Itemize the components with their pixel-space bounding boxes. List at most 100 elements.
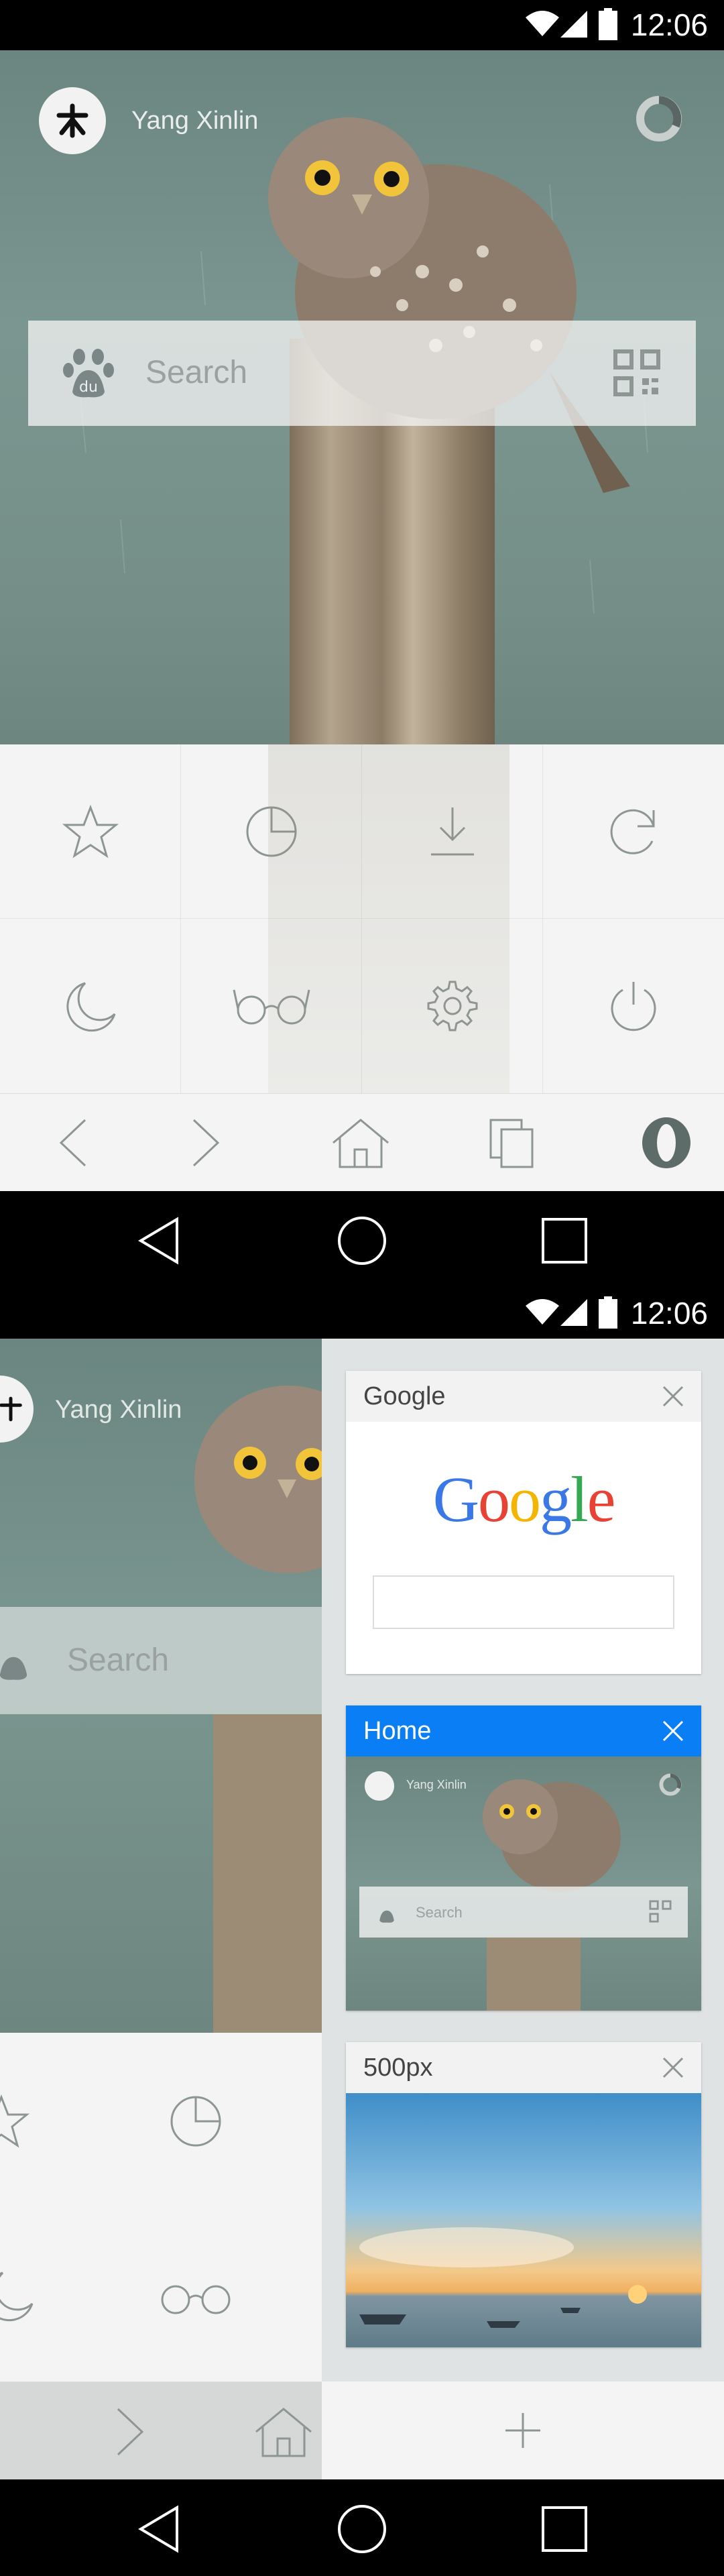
asterisk-logo-icon: [56, 103, 88, 138]
close-tab-icon[interactable]: [661, 1719, 685, 1743]
close-tab-icon[interactable]: [661, 1384, 685, 1408]
plus-icon: [505, 2413, 540, 2448]
preview-search-placeholder: Search: [416, 1904, 463, 1921]
tab-card-home[interactable]: Home Yang Xinlin Search: [346, 1705, 701, 2011]
moon-icon[interactable]: [0, 2267, 36, 2324]
wallpaper: Yang Xinlin Search: [0, 1339, 322, 2033]
google-logo: Google: [432, 1463, 616, 1535]
star-icon: [62, 804, 119, 858]
nav-home-icon[interactable]: [337, 1215, 387, 1266]
tab-title-bar: Google: [346, 1371, 701, 1422]
home-icon[interactable]: [253, 2405, 314, 2459]
nav-recents-icon[interactable]: [539, 2504, 590, 2555]
night-mode-button[interactable]: [0, 919, 181, 1093]
refresh-icon: [610, 809, 655, 854]
android-nav-bar: [0, 2479, 724, 2576]
settings-button[interactable]: [362, 919, 543, 1093]
glasses-icon[interactable]: [156, 2274, 236, 2317]
profile-name: Yang Xinlin: [131, 106, 259, 135]
tab-title: Google: [363, 1382, 446, 1410]
google-search-field: [373, 1575, 674, 1629]
tabs-icon: [489, 1119, 534, 1168]
back-icon: [59, 1119, 86, 1167]
new-tab-button[interactable]: [322, 2382, 724, 2479]
nav-recents-icon[interactable]: [539, 1215, 590, 1266]
search-bar[interactable]: du Search: [28, 321, 696, 426]
loading-ring-icon: [636, 96, 682, 142]
nav-home-icon[interactable]: [337, 2504, 387, 2555]
asterisk-logo-icon: [0, 1396, 22, 1422]
baidu-paw-icon: [0, 1657, 27, 1680]
quick-actions-grid: [0, 744, 724, 1093]
pie-chart-icon: [246, 806, 296, 856]
opera-icon: [642, 1117, 690, 1168]
quick-actions-grid: [0, 2033, 322, 2479]
battery-icon: [599, 8, 617, 40]
avatar: [365, 1771, 394, 1801]
tab-card-500px[interactable]: 500px: [346, 2042, 701, 2347]
tab-title-bar: Home: [346, 1705, 701, 1756]
wifi-icon: [526, 1299, 559, 1325]
reading-mode-button[interactable]: [181, 919, 362, 1093]
bottom-toolbar: [0, 2382, 322, 2479]
preview-search-bar: Search: [359, 1887, 688, 1938]
avatar[interactable]: [39, 87, 106, 154]
android-nav-bar: [0, 1191, 724, 1288]
star-icon[interactable]: [0, 2093, 29, 2149]
tab-title-bar: 500px: [346, 2042, 701, 2093]
tab-title: 500px: [363, 2053, 433, 2082]
power-icon: [611, 982, 656, 1031]
browser-home-screen: 12:06 Yang Xinlin du Search: [0, 0, 724, 1288]
search-bar[interactable]: Search: [0, 1607, 322, 1714]
svg-text:du: du: [79, 379, 98, 396]
search-placeholder: Search: [145, 355, 248, 390]
pie-chart-icon[interactable]: [168, 2093, 224, 2149]
exit-button[interactable]: [543, 919, 724, 1093]
baidu-paw-icon: [379, 1910, 394, 1923]
forward-icon[interactable]: [114, 2405, 147, 2459]
wallpaper: Yang Xinlin du Search: [0, 50, 724, 744]
sunset-photo: [346, 2093, 701, 2347]
qr-code-icon[interactable]: [613, 349, 661, 397]
home-button[interactable]: [288, 1094, 433, 1192]
nav-back-icon[interactable]: [134, 2504, 185, 2555]
home-icon: [333, 1119, 389, 1168]
search-placeholder: Search: [67, 1642, 170, 1678]
downloads-button[interactable]: [362, 744, 543, 919]
current-page-preview[interactable]: Yang Xinlin Search: [0, 1339, 322, 2479]
tab-switcher-screen: 12:06 Yang Xinlin Search Google Google H…: [0, 1288, 724, 2576]
status-bar: 12:06: [0, 1288, 724, 1339]
bookmarks-button[interactable]: [0, 744, 181, 919]
thumbnail-art: [483, 1779, 621, 2011]
nav-back-icon[interactable]: [134, 1215, 185, 1266]
forward-icon: [192, 1119, 220, 1167]
preview-profile-name: Yang Xinlin: [406, 1778, 467, 1791]
forward-button[interactable]: [134, 1094, 279, 1192]
battery-icon: [599, 1296, 617, 1329]
qr-code-icon: [649, 1900, 672, 1923]
back-button[interactable]: [0, 1094, 145, 1192]
tabs-button[interactable]: [440, 1094, 585, 1192]
signal-icon: [560, 1299, 587, 1326]
home-tab-thumbnail: Yang Xinlin Search: [346, 1756, 701, 2011]
tab-title: Home: [363, 1716, 432, 1745]
loading-ring-icon: [659, 1773, 682, 1796]
profile-name: Yang Xinlin: [55, 1396, 182, 1424]
tab-list-panel: Google Google Home Yang Xinlin Search 50…: [322, 1339, 724, 2479]
close-tab-icon[interactable]: [661, 2056, 685, 2080]
status-bar: 12:06: [0, 0, 724, 50]
tab-card-google[interactable]: Google Google: [346, 1371, 701, 1674]
data-usage-button[interactable]: [181, 744, 362, 919]
refresh-button[interactable]: [543, 744, 724, 919]
status-time: 12:06: [630, 7, 708, 42]
glasses-icon: [233, 989, 310, 1025]
bottom-toolbar: [0, 1093, 724, 1191]
profile[interactable]: Yang Xinlin: [39, 87, 258, 154]
download-icon: [430, 807, 474, 855]
signal-icon: [560, 11, 587, 38]
wifi-icon: [526, 11, 559, 36]
gear-icon: [427, 981, 477, 1031]
opera-menu-button[interactable]: [594, 1094, 724, 1192]
baidu-paw-icon: du: [63, 349, 114, 398]
status-time: 12:06: [630, 1296, 708, 1331]
